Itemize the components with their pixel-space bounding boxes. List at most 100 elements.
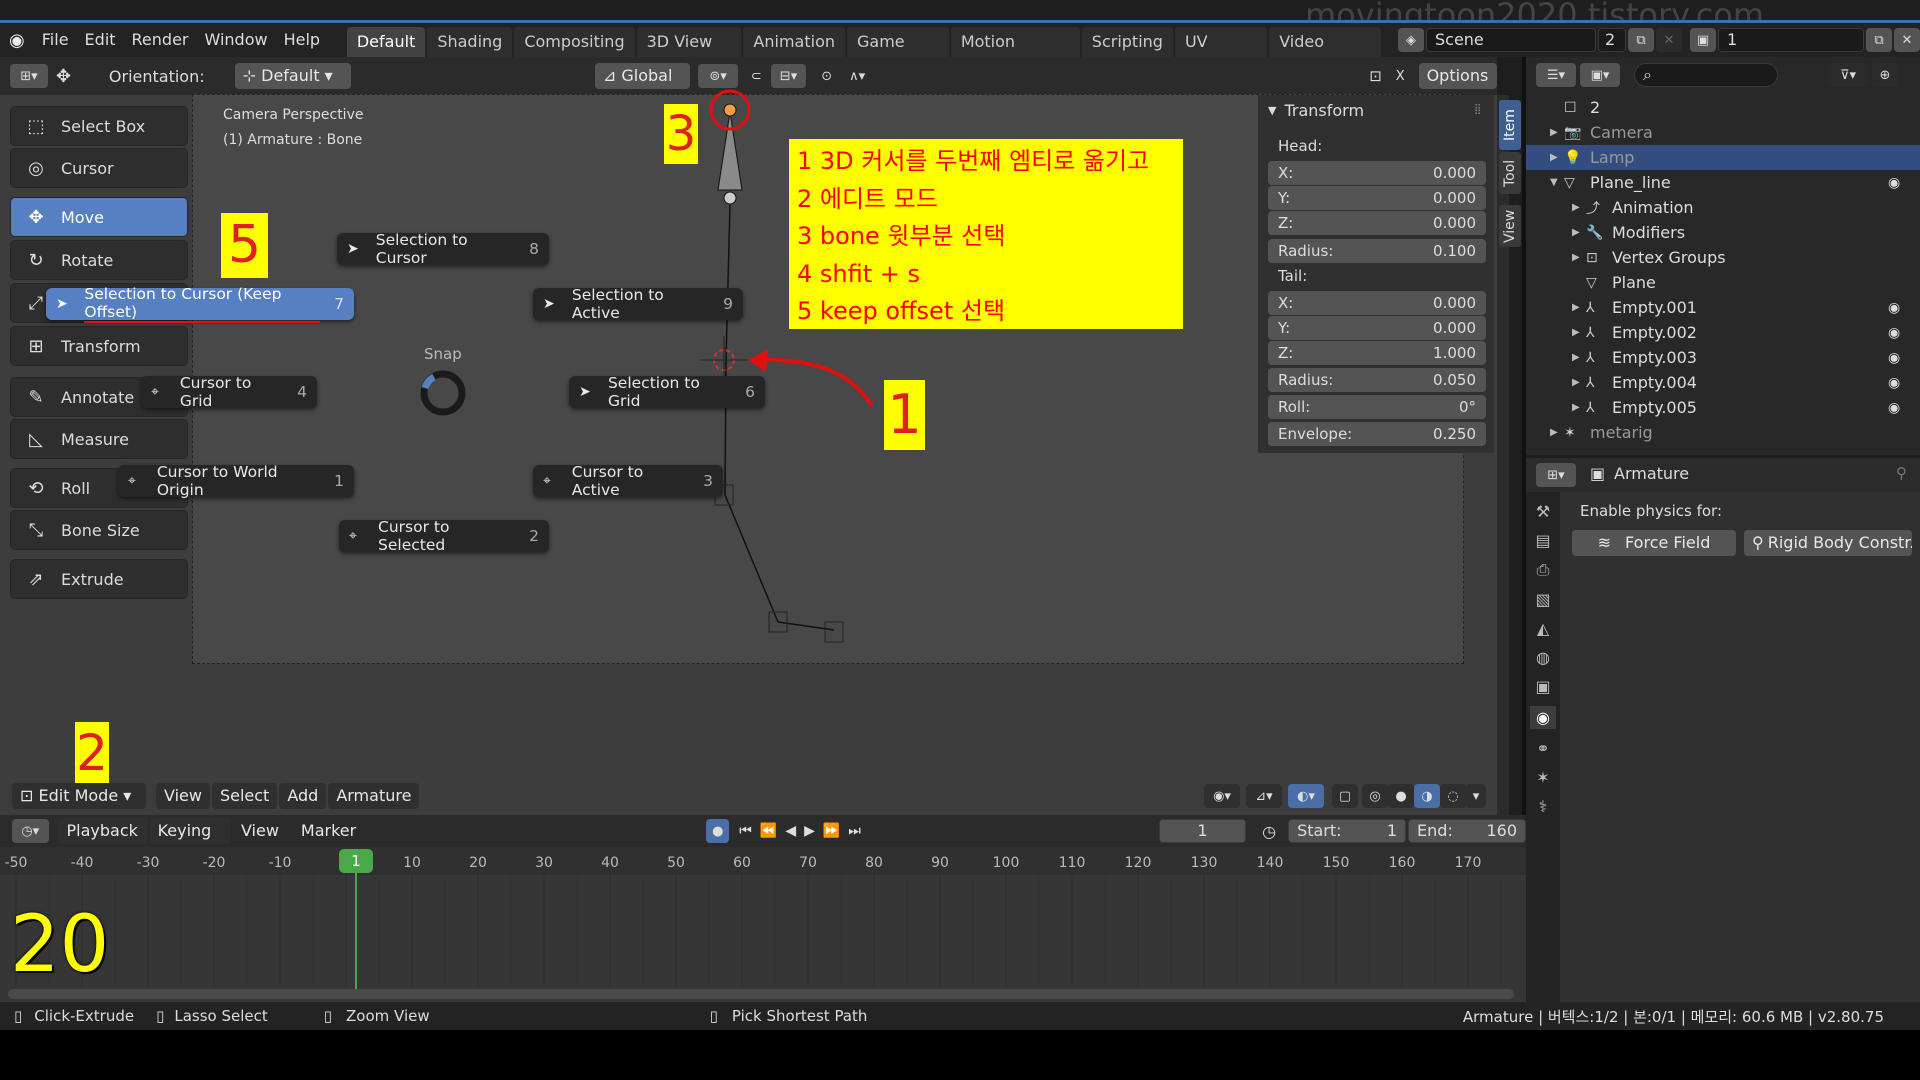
outliner-row[interactable]: ▶ ✶ metarig (1526, 420, 1920, 445)
playback-controls[interactable]: ⏮⏪◀▶⏩⏭ (739, 823, 869, 839)
bone-tail[interactable] (723, 191, 737, 205)
display-mode-icon[interactable]: ▣▾ (1580, 63, 1620, 87)
outliner-row[interactable]: ▶ ⊡ Vertex Groups (1526, 245, 1920, 270)
tool-transform[interactable]: ⊞ Transform (10, 326, 188, 366)
outliner-editor-icon[interactable]: ☰▾ (1536, 63, 1576, 87)
world-tab-icon[interactable]: ◍ (1536, 648, 1550, 667)
expand-arrow-icon[interactable]: ▶ (1572, 202, 1580, 213)
menu-select[interactable]: Select (211, 783, 278, 809)
visibility-eye-icon[interactable]: ◉ (1888, 400, 1900, 416)
bone-shape[interactable] (717, 111, 743, 191)
pie-selection-to-grid[interactable]: ➤ Selection to Grid 6 (569, 374, 765, 410)
tail-x-field[interactable]: X: 0.000 (1268, 291, 1486, 315)
force-field-button[interactable]: ≋ Force Field (1572, 530, 1736, 556)
timeline-menu-marker[interactable]: Marker (292, 818, 365, 844)
copy-layer-icon[interactable]: ⧉ (1865, 28, 1892, 52)
tool-bone-size[interactable]: ⤡ Bone Size (10, 510, 188, 550)
tool-measure[interactable]: ◺ Measure (10, 419, 188, 459)
clock-icon[interactable]: ◷ (1262, 822, 1276, 841)
overlay-icon[interactable]: ◐▾ (1288, 784, 1324, 808)
outliner-row[interactable]: ▶ ⅄ Empty.002 ◉ (1526, 320, 1920, 345)
tool-move[interactable]: ✥ Move (10, 197, 188, 237)
visibility-eye-icon[interactable]: ◉ (1888, 300, 1900, 316)
tab-item[interactable]: Item (1499, 100, 1521, 150)
pie-cursor-to-grid[interactable]: ⌖ Cursor to Grid 4 (141, 374, 317, 410)
drag-handle-icon[interactable]: ⣿ (1474, 104, 1481, 115)
rigid-body-constraint-button[interactable]: ⚲ Rigid Body Constr... (1744, 530, 1912, 556)
material-icon[interactable]: ◑ (1414, 784, 1440, 808)
head-y-field[interactable]: Y: 0.000 (1268, 186, 1486, 210)
pie-cursor-to-world-origin[interactable]: ⌖ Cursor to World Origin 1 (118, 463, 354, 499)
expand-arrow-icon[interactable]: ▶ (1572, 352, 1580, 363)
tool-cursor[interactable]: ◎ Cursor (10, 148, 188, 188)
outliner-row[interactable]: ▶ 💡 Lamp (1526, 145, 1920, 170)
timeline[interactable]: -50 -40 -30 -20 -10 10 20 30 40 50 60 70 80 90 100 110 1… (0, 847, 1526, 1002)
bone-tab-icon[interactable]: ⚕ (1539, 797, 1548, 816)
visibility-eye-icon[interactable]: ◉ (1888, 175, 1900, 191)
outliner-row[interactable]: ▼ ▽ Plane_line ◉ (1526, 170, 1920, 195)
view-layer-tab-icon[interactable]: ▧ (1535, 590, 1550, 609)
solid-icon[interactable]: ● (1388, 784, 1414, 808)
output-tab-icon[interactable]: ⎙ (1537, 560, 1550, 580)
end-frame-field[interactable]: End: 160 (1408, 819, 1526, 843)
pie-cursor-to-active[interactable]: ⌖ Cursor to Active 3 (533, 463, 723, 499)
expand-arrow-icon[interactable]: ▶ (1572, 377, 1580, 388)
expand-arrow-icon[interactable]: ▼ (1550, 177, 1558, 188)
envelope-field[interactable]: Envelope: 0.250 (1268, 422, 1486, 446)
view-layer-icon[interactable]: ▣ (1689, 28, 1716, 52)
head-radius-field[interactable]: Radius: 0.100 (1268, 239, 1486, 263)
tool-rotate[interactable]: ↻ Rotate (10, 240, 188, 280)
pie-selection-to-cursor-keep-offset[interactable]: ➤ Selection to Cursor (Keep Offset) 7 (46, 285, 354, 323)
tab-view[interactable]: View (1499, 205, 1521, 247)
record-icon[interactable]: ● (706, 819, 730, 843)
expand-arrow-icon[interactable]: ▶ (1572, 227, 1580, 238)
expand-arrow-icon[interactable]: ▶ (1550, 152, 1558, 163)
render-tab-icon[interactable]: ▤ (1535, 531, 1550, 550)
outliner-row[interactable]: ☐ 2 (1526, 95, 1920, 120)
outliner-row[interactable]: ▶ 📷 Camera (1526, 120, 1920, 145)
collapse-arrow-icon[interactable]: ▼ (1268, 104, 1276, 117)
roll-field[interactable]: Roll: 0° (1268, 395, 1486, 419)
pin-icon[interactable]: ⚲ (1896, 464, 1907, 482)
menu-add[interactable]: Add (279, 783, 327, 809)
playhead-line[interactable] (355, 873, 357, 998)
tool-extrude[interactable]: ⇗ Extrude (10, 559, 188, 599)
tool-tab-icon[interactable]: ⚒ (1536, 502, 1550, 521)
outliner-row[interactable]: ▶ ⅄ Empty.005 ◉ (1526, 395, 1920, 420)
expand-arrow-icon[interactable]: ▶ (1572, 402, 1580, 413)
properties-editor-icon[interactable]: ⊞▾ (1536, 463, 1576, 487)
scene-tab-icon[interactable]: ◭ (1537, 619, 1549, 638)
menu-armature[interactable]: Armature (328, 783, 420, 809)
outliner-row[interactable]: ▶ 🔧 Modifiers (1526, 220, 1920, 245)
wireframe-icon[interactable]: ◎ (1362, 784, 1388, 808)
copy-icon[interactable]: ⧉ (1627, 28, 1654, 52)
filter-icon[interactable]: ⊽▾ (1828, 63, 1868, 87)
menu-view[interactable]: View (156, 783, 210, 809)
head-z-field[interactable]: Z: 0.000 (1268, 211, 1486, 235)
mode-dropdown[interactable]: ⊡ Edit Mode ▾ (12, 783, 146, 809)
visibility-eye-icon[interactable]: ◉ (1888, 350, 1900, 366)
outliner-row[interactable]: ▶ ⅄ Empty.003 ◉ (1526, 345, 1920, 370)
transform-panel-header[interactable]: ▼ Transform (1268, 101, 1364, 120)
tab-tool[interactable]: Tool (1499, 152, 1521, 194)
empty-marker-5[interactable] (824, 621, 844, 643)
xray-icon[interactable]: ▢ (1332, 784, 1358, 808)
bone-head-selected[interactable] (723, 103, 737, 117)
expand-arrow-icon[interactable]: ▶ (1572, 252, 1580, 263)
tail-z-field[interactable]: Z: 1.000 (1268, 341, 1486, 365)
new-collection-icon[interactable]: ⊕ (1872, 63, 1898, 87)
playhead-frame-badge[interactable]: 1 (339, 849, 373, 873)
timeline-scrollbar[interactable] (8, 989, 1514, 999)
playback-dropdown[interactable]: Playback ▾ (58, 818, 148, 866)
armature-tab-icon[interactable]: ✶ (1536, 768, 1549, 787)
object-tab-icon[interactable]: ▣ (1535, 677, 1550, 696)
expand-arrow-icon[interactable]: ▶ (1550, 127, 1558, 138)
outliner-row[interactable]: ▶ ⤴ Animation (1526, 195, 1920, 220)
timeline-menu-view[interactable]: View (232, 818, 287, 844)
current-frame-field[interactable]: 1 (1158, 819, 1247, 843)
rendered-icon[interactable]: ◌ (1440, 784, 1466, 808)
pie-cursor-to-selected[interactable]: ⌖ Cursor to Selected 2 (339, 518, 549, 554)
visibility-icon[interactable]: ◉▾ (1204, 784, 1240, 808)
outliner-row[interactable]: ▶ ⅄ Empty.001 ◉ (1526, 295, 1920, 320)
head-x-field[interactable]: X: 0.000 (1268, 161, 1486, 185)
